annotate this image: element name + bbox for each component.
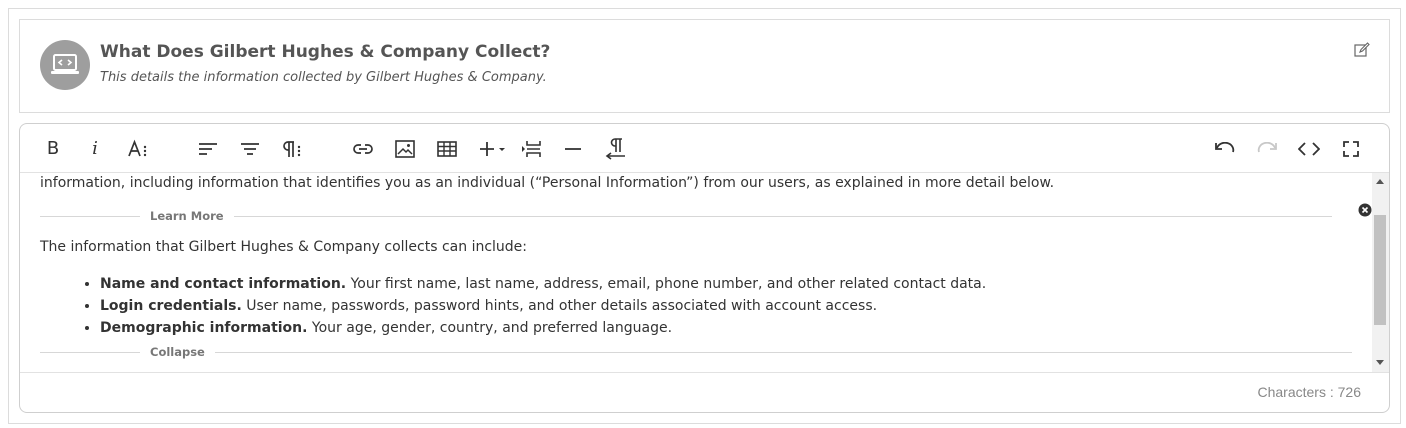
fullscreen-icon <box>1343 141 1359 157</box>
insert-image-button[interactable] <box>390 134 420 164</box>
editor-content[interactable]: information, including information that … <box>20 173 1372 372</box>
paragraph-return-icon <box>605 138 625 160</box>
clear-formatting-button[interactable] <box>601 134 631 164</box>
editor-toolbar: B i <box>20 124 1389 173</box>
section-header: What Does Gilbert Hughes & Company Colle… <box>19 19 1390 113</box>
insert-table-button[interactable] <box>432 134 462 164</box>
code-icon <box>1298 142 1320 156</box>
horizontal-line-icon <box>565 148 581 150</box>
laptop-code-icon <box>40 40 90 90</box>
character-count: Characters : 726 <box>1257 384 1362 400</box>
rich-text-editor: B i information, including information t… <box>19 123 1390 413</box>
insert-horizontal-line-button[interactable] <box>558 134 588 164</box>
align-left-icon <box>199 143 217 155</box>
page-title: What Does Gilbert Hughes & Company Colle… <box>100 42 551 62</box>
font-size-button[interactable] <box>123 134 153 164</box>
list-item: Name and contact information. Your first… <box>100 275 986 297</box>
paragraph-style-icon <box>283 141 301 157</box>
paragraph-style-button[interactable] <box>277 134 307 164</box>
insert-link-button[interactable] <box>348 134 378 164</box>
image-icon <box>395 140 415 158</box>
undo-icon <box>1215 142 1235 153</box>
list-item-title: Login credentials. <box>100 298 242 314</box>
scroll-up-arrow-icon[interactable] <box>1376 179 1384 184</box>
close-icon[interactable] <box>1358 203 1372 217</box>
link-icon <box>353 144 373 154</box>
list-item-title: Demographic information. <box>100 320 308 336</box>
paragraph-format-icon <box>241 143 259 155</box>
scroll-down-arrow-icon[interactable] <box>1376 360 1384 365</box>
font-size-icon <box>128 139 147 157</box>
collapse-label[interactable]: Collapse <box>140 345 215 359</box>
list-item-text: Your age, gender, country, and preferred… <box>307 320 673 336</box>
collapse-divider <box>40 352 1352 353</box>
more-insert-button[interactable] <box>475 134 511 164</box>
list-item: Login credentials. User name, passwords,… <box>100 297 986 319</box>
page-break-icon <box>522 141 541 157</box>
redo-icon <box>1257 142 1277 153</box>
insert-page-break-button[interactable] <box>517 134 547 164</box>
intro-paragraph: information, including information that … <box>40 175 1055 191</box>
table-icon <box>437 141 457 157</box>
edit-icon[interactable] <box>1354 42 1370 58</box>
learn-more-divider <box>40 216 1332 217</box>
list-item-text: User name, passwords, password hints, an… <box>241 298 878 314</box>
undo-button[interactable] <box>1210 134 1240 164</box>
paragraph-format-button[interactable] <box>235 134 265 164</box>
page-subtitle: This details the information collected b… <box>100 70 547 85</box>
scrollbar-thumb[interactable] <box>1374 215 1386 325</box>
content-scrollbar[interactable] <box>1372 173 1389 372</box>
plus-dropdown-icon <box>480 142 505 156</box>
redo-button[interactable] <box>1252 134 1282 164</box>
code-view-button[interactable] <box>1294 134 1324 164</box>
info-list: Name and contact information. Your first… <box>100 275 986 341</box>
collect-paragraph: The information that Gilbert Hughes & Co… <box>40 239 528 255</box>
bold-button[interactable]: B <box>38 134 68 164</box>
italic-button[interactable]: i <box>80 134 110 164</box>
editor-footer: Characters : 726 <box>20 372 1389 412</box>
align-button[interactable] <box>193 134 223 164</box>
list-item-title: Name and contact information. <box>100 276 347 292</box>
list-item: Demographic information. Your age, gende… <box>100 319 986 341</box>
fullscreen-button[interactable] <box>1336 134 1366 164</box>
list-item-text: Your first name, last name, address, ema… <box>346 276 987 292</box>
italic-icon: i <box>92 138 98 159</box>
learn-more-label[interactable]: Learn More <box>140 209 234 223</box>
bold-icon: B <box>46 138 60 159</box>
